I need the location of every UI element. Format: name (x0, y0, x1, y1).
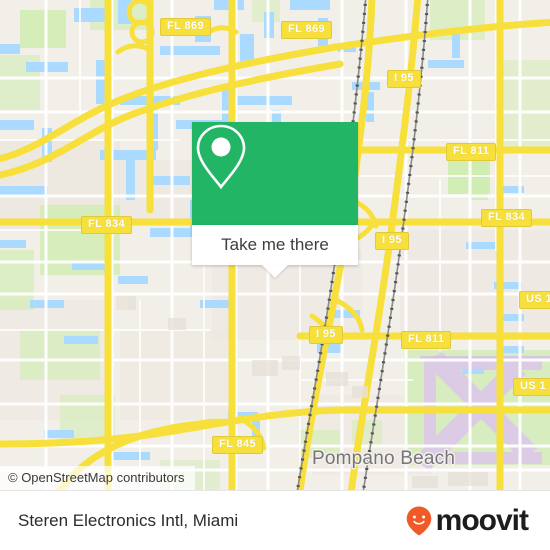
place-title: Steren Electronics Intl, Miami (18, 511, 239, 530)
map-canvas[interactable]: .wtr{fill:#aadaff} .prk{fill:#cfecb0} .p… (0, 0, 550, 490)
take-me-there-button[interactable]: Take me there (192, 225, 358, 278)
city-label-pompano-beach: Pompano Beach (312, 448, 456, 469)
map-shield: FL 869 (281, 21, 333, 39)
map-shield: US 1 (513, 378, 550, 396)
map-shield: I 95 (375, 232, 409, 250)
place-callout[interactable]: Take me there (192, 122, 358, 278)
map-shield: FL 811 (401, 331, 452, 349)
map-shield: US 1 (519, 291, 550, 309)
take-me-there-label: Take me there (221, 235, 329, 254)
map-pin-icon (196, 124, 246, 190)
callout-tail (262, 265, 288, 278)
moovit-place-card: .wtr{fill:#aadaff} .prk{fill:#cfecb0} .p… (0, 0, 550, 550)
moovit-pin-icon (406, 506, 431, 536)
map-shield: I 95 (387, 70, 421, 88)
osm-attribution[interactable]: © OpenStreetMap contributors (0, 466, 195, 490)
moovit-brand[interactable]: moovit (406, 506, 550, 536)
footer-bar: Steren Electronics Intl, Miami moovit (0, 490, 550, 550)
map-shield: FL 834 (481, 209, 533, 227)
map-shield: I 95 (309, 326, 343, 344)
map-shield: FL 869 (160, 18, 212, 36)
map-shield: FL 811 (446, 143, 497, 161)
map-shield: FL 834 (81, 216, 133, 234)
map-shield: FL 845 (212, 436, 264, 454)
moovit-wordmark: moovit (435, 504, 529, 537)
callout-header (192, 122, 358, 225)
